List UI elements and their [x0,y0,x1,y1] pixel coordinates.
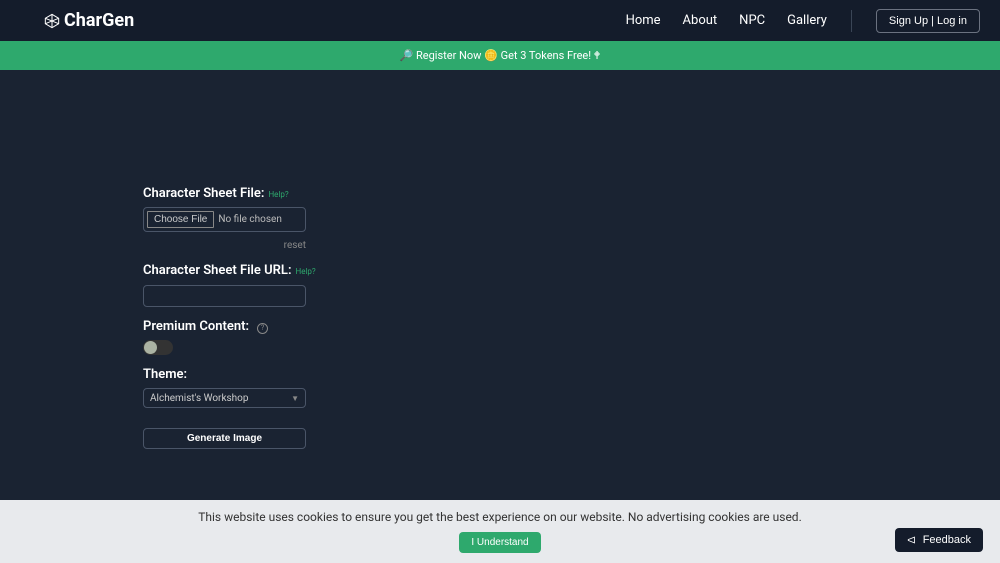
feedback-label: Feedback [923,534,971,546]
premium-toggle[interactable] [143,340,173,355]
cookie-accept-button[interactable]: I Understand [459,532,540,553]
megaphone-icon [907,535,917,545]
file-help-link[interactable]: Help? [268,190,288,199]
banner-text: 🔎 Register Now 🪙 Get 3 Tokens Free! 🕈 [400,49,601,63]
url-label: Character Sheet File URL: [143,263,292,278]
nav-npc[interactable]: NPC [739,13,765,28]
url-help-link[interactable]: Help? [296,267,316,276]
reset-link[interactable]: reset [143,240,306,251]
file-group: Character Sheet File: Help? Choose File … [143,186,1000,251]
theme-select[interactable]: Alchemist's Workshop ▼ [143,388,306,408]
choose-file-button[interactable]: Choose File [147,211,214,228]
nav-divider [851,10,852,32]
premium-label: Premium Content: [143,319,249,334]
toggle-knob [144,341,157,354]
cookie-bar: This website uses cookies to ensure you … [0,500,1000,563]
url-input[interactable] [143,285,306,307]
d20-icon [44,13,60,29]
theme-value: Alchemist's Workshop [150,393,249,404]
file-label: Character Sheet File: [143,186,264,201]
nav: Home About NPC Gallery Sign Up | Log in [626,9,980,33]
main-form: Character Sheet File: Help? Choose File … [0,70,1000,449]
url-group: Character Sheet File URL: Help? [143,263,1000,307]
promo-banner[interactable]: 🔎 Register Now 🪙 Get 3 Tokens Free! 🕈 [0,41,1000,70]
auth-button[interactable]: Sign Up | Log in [876,9,980,33]
nav-about[interactable]: About [683,13,718,28]
feedback-button[interactable]: Feedback [895,528,983,552]
brand-name: CharGen [64,10,134,31]
file-input[interactable]: Choose File No file chosen [143,207,306,232]
header: CharGen Home About NPC Gallery Sign Up |… [0,0,1000,41]
theme-group: Theme: Alchemist's Workshop ▼ [143,367,1000,408]
info-icon[interactable]: ? [257,323,268,334]
brand-logo[interactable]: CharGen [44,10,134,31]
theme-label: Theme: [143,367,187,382]
cookie-text: This website uses cookies to ensure you … [198,510,802,524]
file-status-text: No file chosen [218,214,282,225]
premium-group: Premium Content: ? [143,319,1000,355]
generate-button[interactable]: Generate Image [143,428,306,449]
chevron-down-icon: ▼ [291,394,299,403]
nav-home[interactable]: Home [626,13,661,28]
nav-gallery[interactable]: Gallery [787,13,827,28]
